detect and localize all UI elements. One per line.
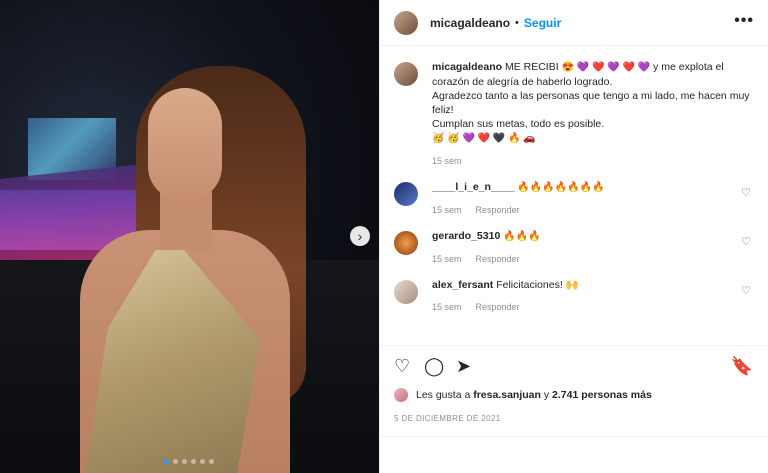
- follow-button[interactable]: Seguir: [524, 16, 561, 30]
- post-date: 5 DE DICIEMBRE DE 2021: [394, 414, 501, 423]
- bookmark-icon[interactable]: 🔖: [731, 356, 753, 377]
- share-icon[interactable]: ➤: [456, 356, 471, 377]
- comment-username[interactable]: ____l_i_e_n____: [432, 181, 514, 193]
- comment-username[interactable]: gerardo_5310: [432, 230, 500, 242]
- next-photo-button[interactable]: ›: [350, 226, 370, 246]
- carousel-dot[interactable]: [191, 459, 196, 464]
- avatar[interactable]: [394, 231, 418, 255]
- caption-line2: Agradezco tanto a las personas que tengo…: [432, 90, 750, 116]
- caption-username[interactable]: micagaldeano: [432, 61, 502, 73]
- caption-time[interactable]: 15 sem: [432, 154, 462, 168]
- comment-item: gerardo_5310 🔥🔥🔥 15 sem Responder ♡: [394, 229, 755, 266]
- more-options-icon[interactable]: •••: [734, 12, 754, 30]
- reply-button[interactable]: Responder: [476, 203, 520, 217]
- post-header: micagaldeano • Seguir •••: [380, 0, 768, 46]
- comment-username[interactable]: alex_fersant: [432, 279, 493, 291]
- post-sidebar: micagaldeano • Seguir ••• micagaldeano M…: [379, 0, 768, 473]
- likes-prefix: Les gusta a: [416, 389, 471, 401]
- comment-time[interactable]: 15 sem: [432, 252, 462, 266]
- avatar[interactable]: [394, 182, 418, 206]
- comment-item: alex_fersant Felicitaciones! 🙌 15 sem Re…: [394, 278, 755, 314]
- carousel-dot[interactable]: [164, 459, 169, 464]
- caption-emojis-1: 😍 💜 ❤️ 💜 ❤️ 💜: [561, 62, 651, 73]
- carousel-dot[interactable]: [182, 459, 187, 464]
- carousel-dot[interactable]: [200, 459, 205, 464]
- header-username[interactable]: micagaldeano: [430, 16, 510, 30]
- post-actions: ♡ ◯ ➤ 🔖 Les gusta a fresa.sanjuan y 2.74…: [380, 345, 768, 473]
- likes-user[interactable]: fresa.sanjuan: [473, 389, 541, 401]
- comment-text: 🔥🔥🔥🔥🔥🔥🔥: [517, 182, 605, 193]
- avatar[interactable]: [394, 388, 408, 402]
- carousel-dots: [164, 459, 214, 464]
- reply-button[interactable]: Responder: [476, 252, 520, 266]
- reply-button[interactable]: Responder: [476, 300, 520, 314]
- heart-icon[interactable]: ♡: [741, 235, 751, 248]
- heart-icon[interactable]: ♡: [741, 284, 751, 297]
- like-icon[interactable]: ♡: [394, 356, 410, 377]
- comment-icon[interactable]: ◯: [424, 356, 444, 377]
- avatar[interactable]: [394, 10, 418, 35]
- caption-line1: ME RECIBI: [504, 61, 559, 73]
- header-separator: •: [515, 16, 519, 29]
- comment-time[interactable]: 15 sem: [432, 300, 462, 314]
- caption-emojis-2: 🥳 🥳 💜 ❤️ 🖤 🔥 🚗: [432, 133, 536, 144]
- likes-summary: Les gusta a fresa.sanjuan y 2.741 person…: [394, 388, 652, 402]
- caption-line3: Cumplan sus metas, todo es posible.: [432, 118, 605, 130]
- photo-face: [148, 88, 222, 200]
- avatar[interactable]: [394, 280, 418, 304]
- comments-list[interactable]: micagaldeano ME RECIBI 😍 💜 ❤️ 💜 ❤️ 💜 y m…: [380, 46, 768, 344]
- comment-item: ____l_i_e_n____ 🔥🔥🔥🔥🔥🔥🔥 15 sem Responder…: [394, 180, 755, 217]
- comment-text: 🔥🔥🔥: [503, 231, 541, 242]
- likes-connector: y: [543, 389, 550, 401]
- carousel-dot[interactable]: [209, 459, 214, 464]
- caption: micagaldeano ME RECIBI 😍 💜 ❤️ 💜 ❤️ 💜 y m…: [394, 60, 755, 168]
- likes-count[interactable]: 2.741 personas más: [552, 389, 652, 401]
- carousel-dot[interactable]: [173, 459, 178, 464]
- heart-icon[interactable]: ♡: [741, 186, 751, 199]
- comment-text: Felicitaciones! 🙌: [496, 279, 579, 291]
- post-photo[interactable]: ›: [0, 0, 379, 473]
- comment-time[interactable]: 15 sem: [432, 203, 462, 217]
- comment-input-area[interactable]: [380, 436, 768, 473]
- avatar[interactable]: [394, 62, 418, 86]
- chevron-right-icon: ›: [357, 228, 363, 244]
